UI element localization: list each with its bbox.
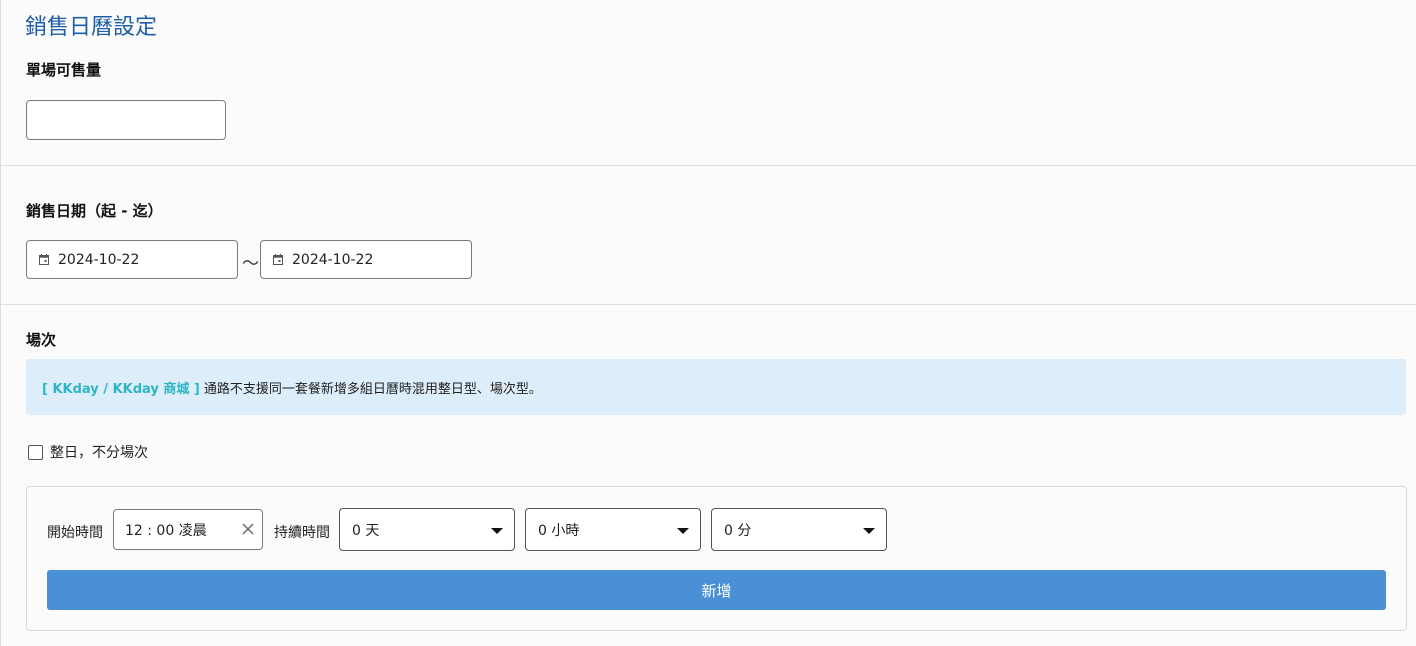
quantity-label: 單場可售量 [26, 61, 102, 79]
date-range-separator: ～ [242, 254, 259, 274]
caret-down-icon [677, 528, 689, 534]
channel-notice: [ KKday / KKday 商城 ] 通路不支援同一套餐新增多組日曆時混用整… [26, 359, 1406, 415]
calendar-icon [39, 254, 49, 265]
close-icon[interactable] [240, 521, 256, 537]
sales-calendar-settings-page: 銷售日曆設定 單場可售量 銷售日期（起 - 迄） 2024-10-22 ～ 20… [0, 0, 1416, 646]
duration-label: 持續時間 [274, 525, 330, 541]
allday-option[interactable]: 整日，不分場次 [28, 442, 148, 462]
duration-minutes-value: 0 分 [724, 522, 752, 539]
start-time-label: 開始時間 [47, 525, 103, 541]
page-title: 銷售日曆設定 [25, 15, 158, 40]
duration-days-value: 0 天 [352, 522, 380, 539]
start-time-value: 12 : 00 凌晨 [125, 522, 207, 539]
start-time-picker[interactable]: 12 : 00 凌晨 [113, 509, 263, 550]
start-date-value: 2024-10-22 [58, 251, 140, 268]
duration-minutes-select[interactable]: 0 分 [711, 508, 887, 551]
sale-dates-label: 銷售日期（起 - 迄） [26, 202, 163, 220]
duration-hours-value: 0 小時 [538, 522, 580, 539]
end-date-field[interactable]: 2024-10-22 [260, 240, 472, 279]
add-session-button[interactable]: 新增 [47, 570, 1386, 610]
duration-days-select[interactable]: 0 天 [339, 508, 515, 551]
calendar-icon [273, 254, 283, 265]
section-divider [1, 304, 1416, 305]
allday-label: 整日，不分場次 [50, 445, 148, 461]
section-divider [1, 165, 1416, 166]
notice-text: 通路不支援同一套餐新增多組日曆時混用整日型、場次型。 [203, 381, 542, 397]
caret-down-icon [863, 528, 875, 534]
session-editor: 開始時間 12 : 00 凌晨 持續時間 0 天 0 小時 0 分 新增 [26, 486, 1407, 631]
caret-down-icon [491, 528, 503, 534]
allday-checkbox[interactable] [28, 444, 43, 460]
quantity-input[interactable] [26, 100, 226, 140]
notice-channel-tag: [ KKday / KKday 商城 ] [42, 381, 200, 397]
end-date-value: 2024-10-22 [292, 251, 374, 268]
session-label: 場次 [26, 331, 57, 349]
duration-hours-select[interactable]: 0 小時 [525, 508, 701, 551]
start-date-field[interactable]: 2024-10-22 [26, 240, 238, 279]
